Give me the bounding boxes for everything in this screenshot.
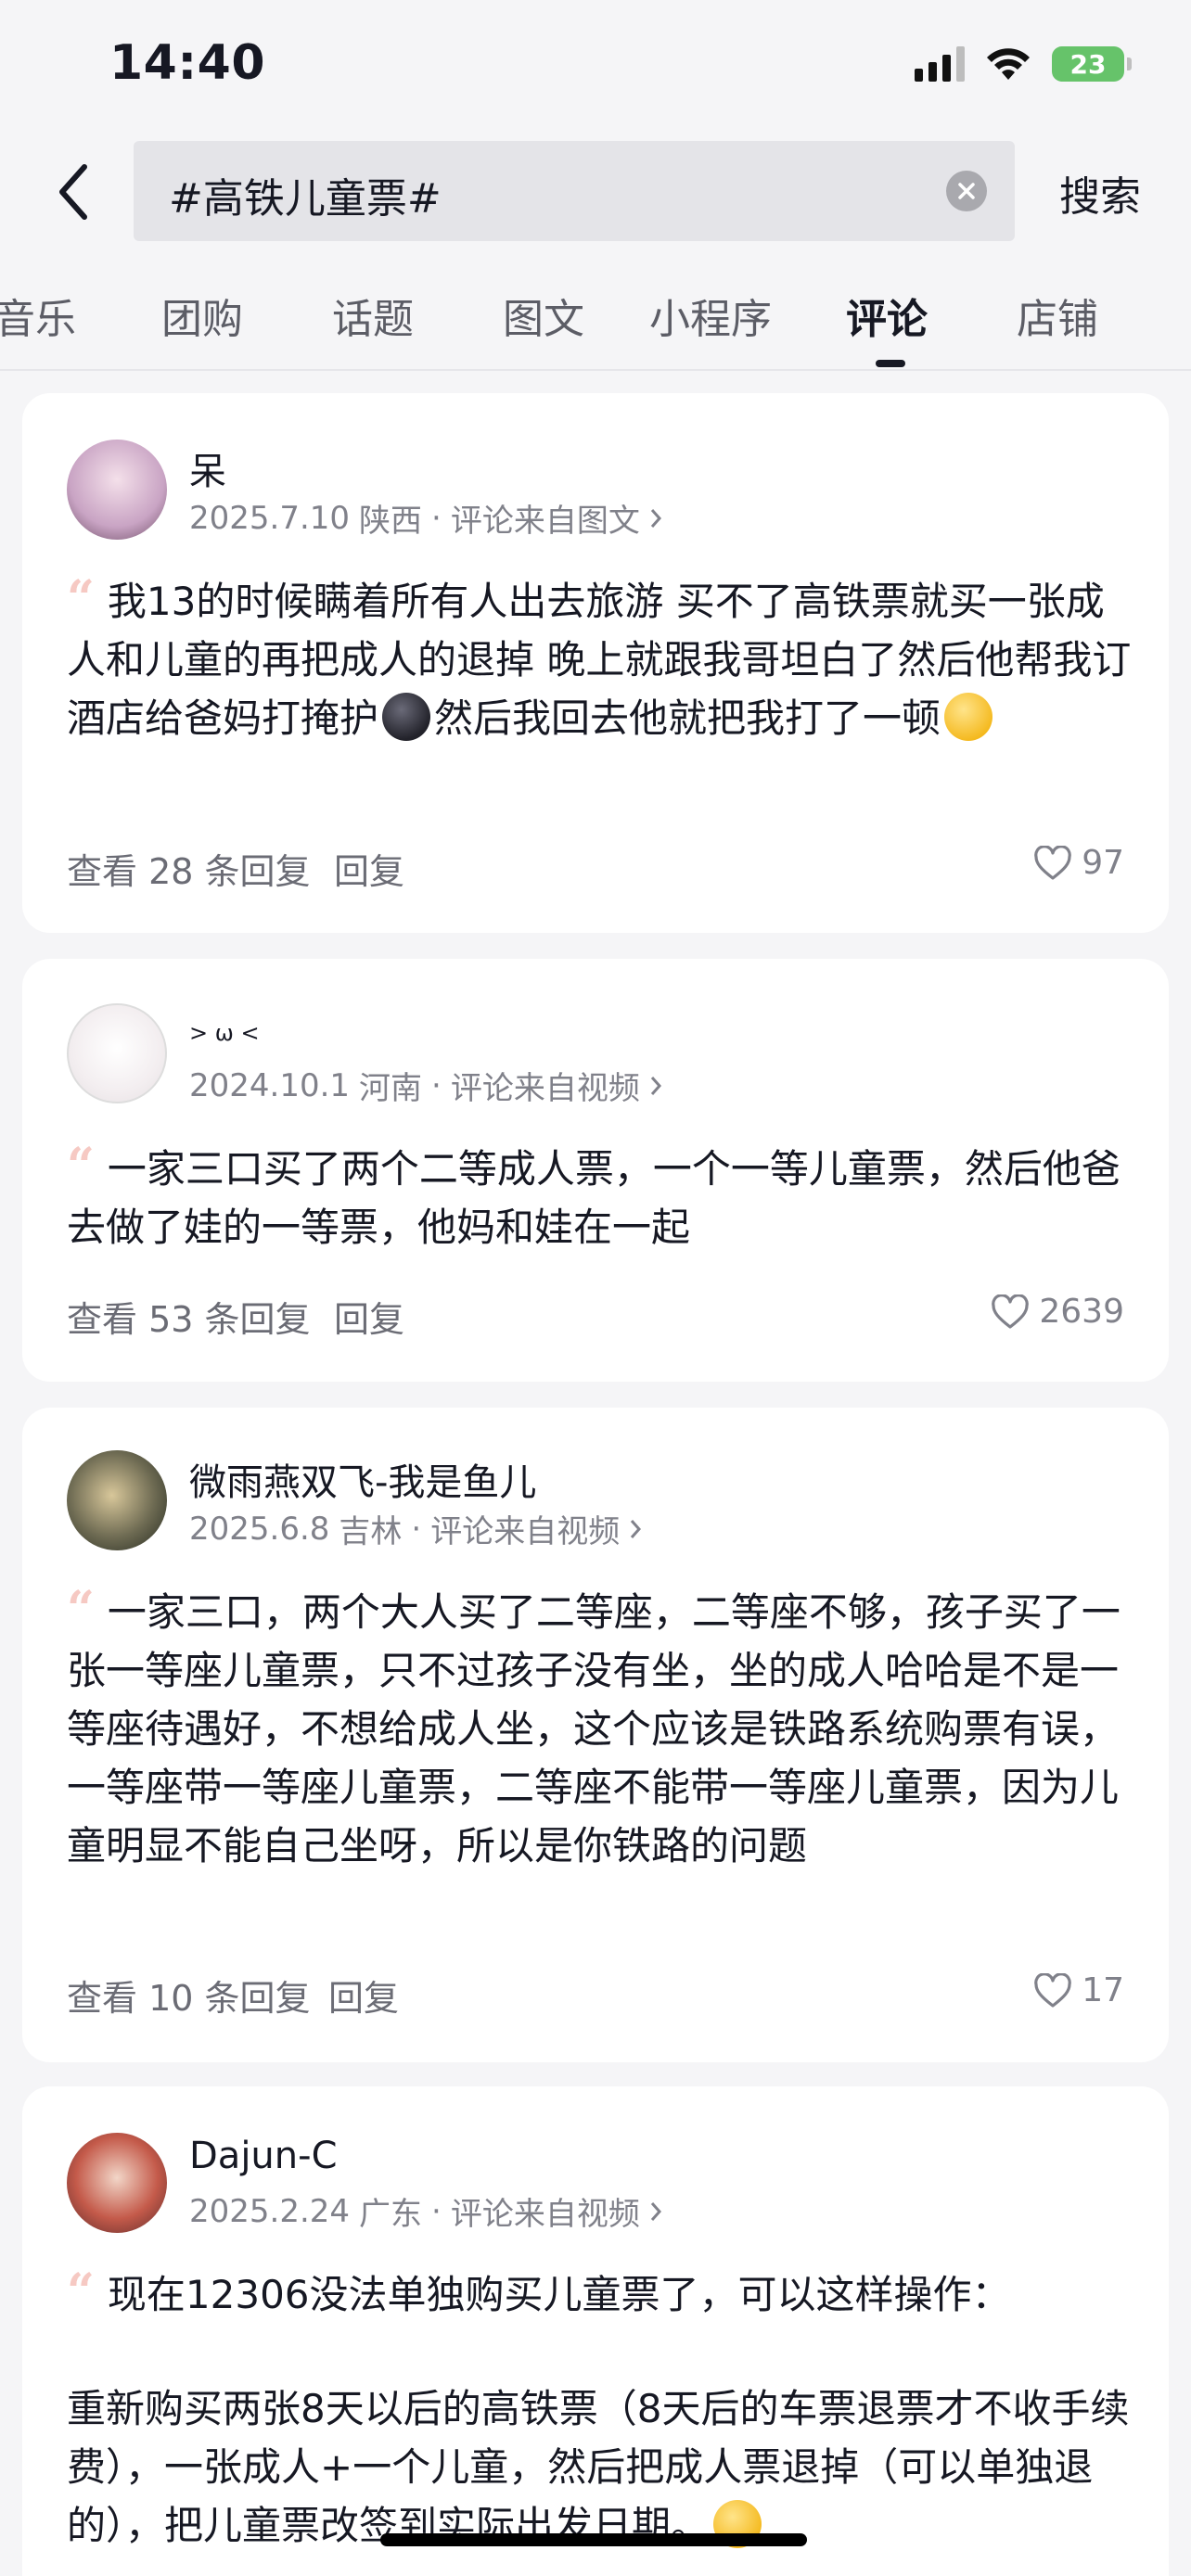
comment-location: 吉林 — [339, 1513, 403, 1550]
comment-username[interactable]: 呆 — [189, 441, 226, 495]
comment-card[interactable]: 微雨燕双飞-我是鱼儿 2025.6.8 吉林 · 评论来自视频 “一家三口，两个… — [22, 1408, 1169, 2062]
category-tabs: 音乐 团购 话题 图文 小程序 评论 店铺 — [0, 278, 1191, 371]
like-button[interactable]: 97 — [1033, 844, 1124, 882]
clear-search-button[interactable] — [946, 171, 987, 211]
meta-dot: · — [411, 1510, 422, 1548]
like-count: 2639 — [1039, 1293, 1124, 1331]
like-count: 97 — [1082, 844, 1124, 882]
comment-location: 广东 — [359, 2196, 423, 2233]
search-button[interactable]: 搜索 — [1059, 163, 1141, 223]
comment-username[interactable]: 微雨燕双飞-我是鱼儿 — [189, 1452, 536, 1506]
app-screen: 14:40 23 #高铁儿童票# 搜索 音乐 团购 话题 图文 小程序 评论 店… — [0, 0, 1191, 2576]
reply-button[interactable]: 回复 — [334, 1291, 404, 1342]
heart-icon — [992, 1294, 1030, 1329]
tab-shops[interactable]: 店铺 — [1017, 286, 1098, 345]
tab-group-buy[interactable]: 团购 — [161, 286, 243, 345]
quote-icon: “ — [67, 1138, 95, 1194]
chevron-right-icon — [631, 1519, 642, 1538]
tab-mini-program[interactable]: 小程序 — [649, 286, 772, 345]
back-button[interactable] — [41, 159, 106, 224]
chevron-left-icon — [59, 164, 87, 220]
tab-image-text[interactable]: 图文 — [503, 286, 584, 345]
reply-button[interactable]: 回复 — [334, 843, 404, 894]
comment-username[interactable]: Dajun-C — [189, 2135, 338, 2177]
meta-dot: · — [431, 1066, 442, 1104]
status-bar: 14:40 23 — [0, 0, 1191, 130]
avatar[interactable] — [67, 1450, 167, 1550]
comment-card[interactable]: 呆 2025.7.10 陕西 · 评论来自图文 “我13的时候瞒着所有人出去旅游… — [22, 393, 1169, 933]
comment-text: “我13的时候瞒着所有人出去旅游 买不了高铁票就买一张成人和儿童的再把成人的退掉… — [67, 569, 1133, 747]
search-input[interactable]: #高铁儿童票# — [134, 141, 1015, 241]
like-button[interactable]: 17 — [1033, 1971, 1124, 2009]
meta-dot: · — [431, 499, 442, 537]
battery-level: 23 — [1069, 48, 1107, 80]
comment-date: 2025.6.8 — [189, 1510, 330, 1548]
avatar[interactable] — [67, 440, 167, 540]
like-count: 17 — [1082, 1971, 1124, 2009]
meta-dot: · — [431, 2192, 442, 2230]
comment-text-body: 一家三口，两个大人买了二等座，二等座不够，孩子买了一张一等座儿童票，只不过孩子没… — [67, 1589, 1121, 1868]
tab-music[interactable]: 音乐 — [0, 286, 76, 345]
tab-topics[interactable]: 话题 — [332, 286, 414, 345]
comment-meta[interactable]: 2025.6.8 吉林 · 评论来自视频 — [189, 1506, 642, 1551]
active-tab-indicator — [876, 360, 905, 367]
comment-meta[interactable]: 2025.2.24 广东 · 评论来自视频 — [189, 2188, 662, 2234]
view-replies-link[interactable]: 查看 10 条回复 — [67, 1970, 311, 2021]
chevron-right-icon — [650, 508, 661, 528]
quote-icon: “ — [67, 1581, 95, 1638]
quote-icon: “ — [67, 2264, 95, 2320]
search-bar: #高铁儿童票# 搜索 — [0, 139, 1191, 243]
comment-date: 2025.7.10 — [189, 499, 351, 537]
comment-source: 评论来自视频 — [450, 2196, 640, 2233]
home-indicator — [380, 2533, 807, 2546]
tab-comments[interactable]: 评论 — [846, 286, 928, 345]
comment-source: 评论来自视频 — [450, 1070, 640, 1107]
comment-text: “一家三口买了两个二等成人票，一个一等儿童票，然后他爸去做了娃的一等票，他妈和娃… — [67, 1137, 1133, 1256]
search-query: #高铁儿童票# — [169, 175, 442, 223]
quote-icon: “ — [67, 570, 95, 627]
view-replies-link[interactable]: 查看 28 条回复 — [67, 843, 311, 894]
comment-text-paragraph: 重新购买两张8天以后的高铁票（8天后的车票退票才不收手续费），一张成人+一个儿童… — [67, 2379, 1133, 2555]
chevron-right-icon — [650, 1076, 661, 1095]
status-icons: 23 — [915, 46, 1132, 82]
comment-text-body: 一家三口买了两个二等成人票，一个一等儿童票，然后他爸去做了娃的一等票，他妈和娃在… — [67, 1146, 1121, 1250]
reply-button[interactable]: 回复 — [328, 1970, 399, 2021]
comment-text-part-b: 重新购买两张8天以后的高铁票（8天后的车票退票才不收手续费），一张成人+一个儿童… — [67, 2386, 1130, 2548]
wifi-icon — [987, 48, 1030, 80]
comment-date: 2024.10.1 — [189, 1066, 351, 1104]
comment-source: 评论来自视频 — [430, 1513, 621, 1550]
battery-charging-icon: 23 — [1052, 46, 1132, 82]
signal-icon — [915, 46, 965, 82]
view-replies-link[interactable]: 查看 53 条回复 — [67, 1291, 311, 1342]
avatar[interactable] — [67, 1003, 167, 1103]
heart-icon — [1034, 845, 1071, 880]
comment-location: 陕西 — [359, 503, 423, 540]
comment-text-part-a: 现在12306没法单独购买儿童票了，可以这样操作： — [107, 2272, 1011, 2317]
grin-emoji-icon — [944, 693, 993, 741]
comment-card[interactable]: > ω < 2024.10.1 河南 · 评论来自视频 “一家三口买了两个二等成… — [22, 959, 1169, 1382]
heart-icon — [1034, 1972, 1071, 2008]
close-icon — [958, 183, 975, 199]
chevron-right-icon — [650, 2201, 661, 2221]
comment-meta[interactable]: 2024.10.1 河南 · 评论来自视频 — [189, 1063, 662, 1108]
comment-text: “一家三口，两个大人买了二等座，二等座不够，孩子买了一张一等座儿童票，只不过孩子… — [67, 1580, 1133, 1875]
comment-source: 评论来自图文 — [450, 503, 640, 540]
like-button[interactable]: 2639 — [991, 1293, 1124, 1331]
comment-username[interactable]: > ω < — [189, 1020, 260, 1046]
comment-location: 河南 — [359, 1070, 423, 1107]
comment-meta[interactable]: 2025.7.10 陕西 · 评论来自图文 — [189, 495, 662, 541]
comment-date: 2025.2.24 — [189, 2192, 351, 2230]
comment-card[interactable]: Dajun-C 2025.2.24 广东 · 评论来自视频 “ 现在12306没法… — [22, 2086, 1169, 2576]
dark-face-emoji-icon — [382, 693, 431, 741]
status-time: 14:40 — [109, 35, 266, 91]
comment-text-part-b: 然后我回去他就把我打了一顿 — [434, 695, 941, 741]
avatar[interactable] — [67, 2133, 167, 2233]
comment-text: “ 现在12306没法单独购买儿童票了，可以这样操作： — [67, 2263, 1133, 2324]
